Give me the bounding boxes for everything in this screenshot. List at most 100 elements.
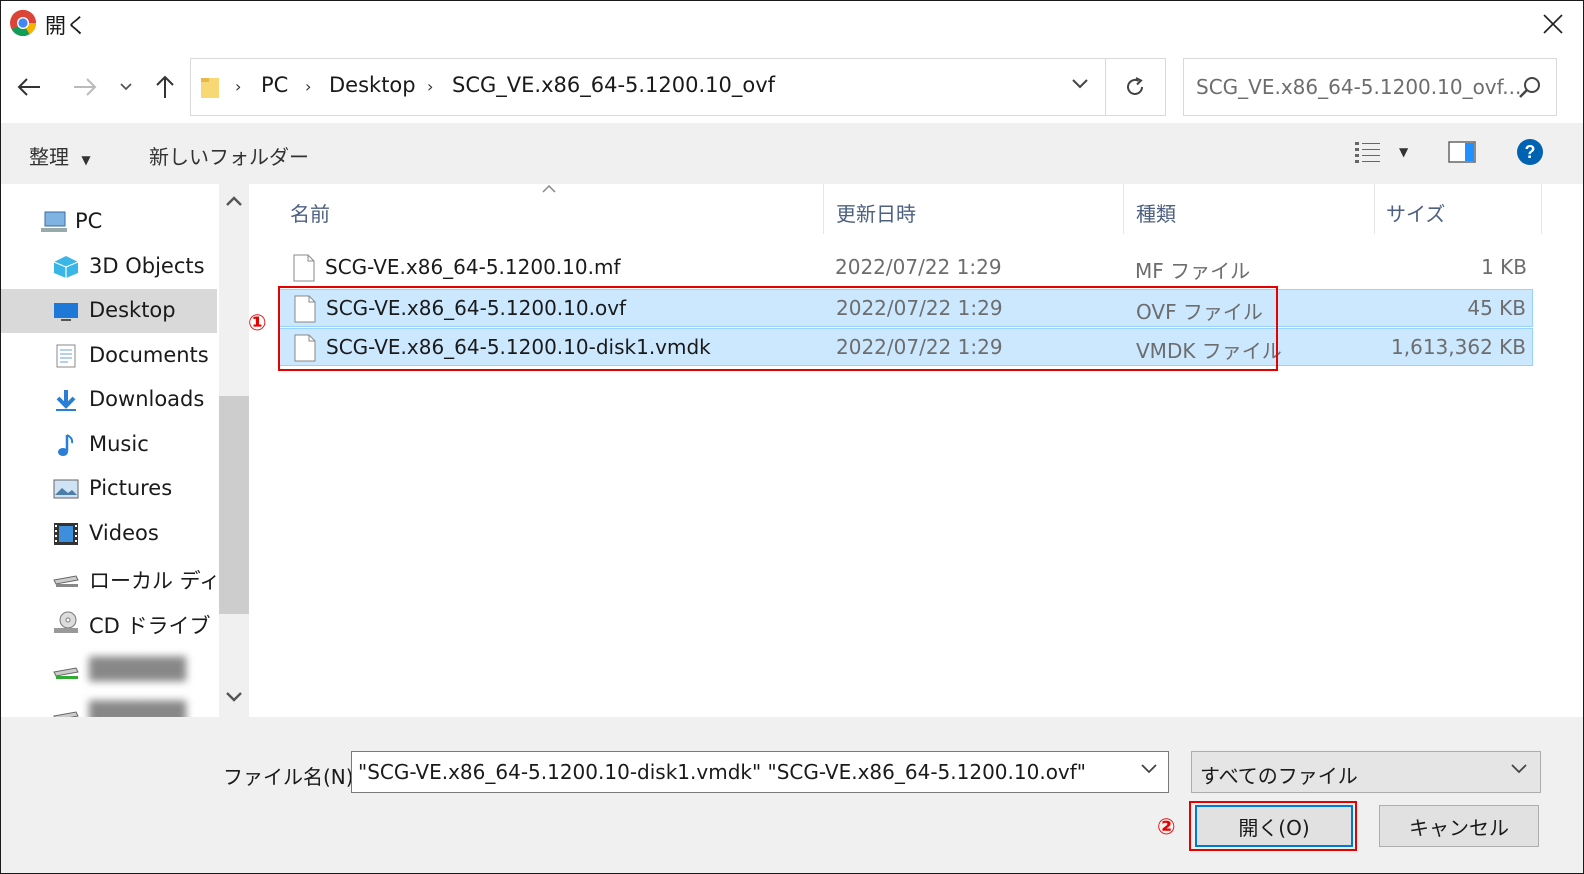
chevron-up-icon[interactable] — [225, 194, 243, 208]
nav-item-label: PC — [75, 209, 103, 233]
column-header-name[interactable]: 名前 — [290, 198, 330, 227]
chevron-down-icon — [120, 83, 132, 91]
filetype-value: すべてのファイル — [1200, 764, 1358, 788]
refresh-button[interactable] — [1105, 58, 1166, 116]
file-name: SCG-VE.x86_64-5.1200.10.mf — [325, 255, 621, 279]
view-details-icon[interactable] — [1353, 139, 1383, 165]
videos-icon — [54, 523, 78, 545]
up-button[interactable] — [147, 67, 183, 107]
chevron-down-icon[interactable] — [1071, 77, 1089, 91]
breadcrumb-pc[interactable]: PC — [261, 73, 288, 97]
chrome-icon — [10, 9, 37, 37]
arrow-right-icon — [74, 78, 97, 96]
filename-input[interactable]: "SCG-VE.x86_64-5.1200.10-disk1.vmdk" "SC… — [351, 751, 1169, 793]
refresh-icon — [1127, 77, 1143, 95]
search-placeholder: SCG_VE.x86_64-5.1200.10_ovf... — [1196, 75, 1522, 99]
nav-item-desktop[interactable]: Desktop — [1, 289, 217, 333]
column-header-date[interactable]: 更新日時 — [836, 198, 916, 227]
nav-item-3d-objects[interactable]: 3D Objects — [1, 245, 217, 289]
column-divider[interactable] — [1374, 184, 1375, 234]
file-type: MF ファイル — [1135, 259, 1251, 283]
folder-icon — [201, 78, 219, 98]
nav-item-label: CD ドライブ (D — [89, 614, 219, 638]
breadcrumb-separator: › — [235, 77, 242, 96]
help-icon[interactable]: ? — [1515, 137, 1545, 167]
scrollbar-thumb[interactable] — [219, 396, 249, 614]
network-drive-icon — [53, 667, 79, 679]
nav-item-pictures[interactable]: Pictures — [1, 467, 217, 511]
nav-item-label: Pictures — [89, 476, 173, 500]
breadcrumb-current-folder[interactable]: SCG_VE.x86_64-5.1200.10_ovf — [452, 73, 775, 97]
local-disk-icon — [53, 575, 79, 587]
nav-item-music[interactable]: Music — [1, 423, 217, 467]
nav-item-label: Music — [89, 432, 149, 456]
filename-label: ファイル名(N): — [223, 765, 361, 789]
column-divider[interactable] — [1123, 184, 1124, 234]
organize-button[interactable]: 整理 ▼ — [29, 141, 91, 170]
command-toolbar: 整理 ▼ 新しいフォルダー ▼ ? — [1, 123, 1583, 184]
file-list: 名前 更新日時 種類 サイズ SCG-VE.x86_64-5.1200.10.m… — [253, 184, 1583, 717]
nav-item-label: Downloads — [89, 387, 205, 411]
back-button[interactable] — [11, 67, 47, 107]
nav-item-network-drive[interactable]: ██████ — [1, 648, 217, 692]
organize-label: 整理 — [29, 145, 69, 169]
nav-item-videos[interactable]: Videos — [1, 512, 217, 556]
breadcrumb-desktop[interactable]: Desktop — [329, 73, 416, 97]
file-date: 2022/07/22 1:29 — [835, 255, 1002, 279]
open-file-dialog: 開く › PC › Desktop › SCG_VE.x86_64-5.1200… — [0, 0, 1584, 874]
file-icon — [293, 254, 315, 282]
svg-text:?: ? — [1525, 142, 1536, 162]
nav-item-downloads[interactable]: Downloads — [1, 378, 217, 422]
nav-item-label: Desktop — [89, 298, 176, 322]
window-title: 開く — [45, 14, 87, 38]
music-icon — [58, 434, 74, 456]
nav-item-label: Videos — [89, 521, 159, 545]
file-size: 1,613,362 KB — [1391, 335, 1526, 359]
search-input[interactable]: SCG_VE.x86_64-5.1200.10_ovf... — [1183, 58, 1557, 116]
filetype-select[interactable]: すべてのファイル — [1191, 751, 1541, 793]
downloads-icon — [56, 390, 76, 411]
close-icon — [1543, 14, 1563, 34]
column-header-type[interactable]: 種類 — [1136, 198, 1176, 227]
view-options-caret-icon[interactable]: ▼ — [1399, 145, 1408, 159]
recent-locations-button[interactable] — [111, 67, 141, 107]
column-divider[interactable] — [1541, 184, 1542, 234]
nav-item-label: Documents — [89, 343, 209, 367]
arrow-left-icon — [17, 78, 40, 96]
nav-item-local-disk[interactable]: ローカル ディスク — [1, 556, 219, 600]
file-size: 1 KB — [1481, 255, 1527, 279]
nav-scrollbar[interactable] — [219, 184, 249, 717]
nav-item-label: ローカル ディスク — [89, 569, 219, 593]
preview-pane-icon[interactable] — [1447, 139, 1477, 165]
nav-item-network-drive[interactable]: ██████ — [1, 692, 217, 717]
cancel-button[interactable]: キャンセル — [1379, 805, 1539, 847]
network-drive-icon — [53, 711, 79, 717]
forward-button[interactable] — [67, 67, 103, 107]
column-divider[interactable] — [823, 184, 824, 234]
documents-icon — [56, 344, 76, 368]
column-header-size[interactable]: サイズ — [1386, 198, 1445, 227]
nav-item-label: 3D Objects — [89, 254, 205, 278]
breadcrumb-separator: › — [305, 77, 312, 96]
file-size: 45 KB — [1467, 296, 1526, 320]
nav-item-documents[interactable]: Documents — [1, 334, 217, 378]
search-icon — [1519, 77, 1540, 98]
file-row[interactable]: SCG-VE.x86_64-5.1200.10.mf 2022/07/22 1:… — [279, 249, 1533, 287]
address-bar[interactable]: › PC › Desktop › SCG_VE.x86_64-5.1200.10… — [190, 58, 1106, 116]
new-folder-button[interactable]: 新しいフォルダー — [149, 141, 309, 170]
chevron-down-icon[interactable] — [225, 690, 243, 704]
annotation-number-step2: ② — [1157, 815, 1176, 840]
caret-down-icon: ▼ — [81, 153, 91, 167]
close-button[interactable] — [1523, 1, 1583, 47]
annotation-box-step2 — [1189, 801, 1357, 851]
sort-ascending-icon — [542, 184, 556, 193]
annotation-number-step1: ① — [248, 311, 267, 336]
nav-item-cd-drive[interactable]: CD ドライブ (D — [1, 601, 219, 645]
title-bar: 開く — [1, 1, 1583, 47]
nav-item-pc[interactable]: PC — [1, 200, 217, 244]
pc-icon — [41, 211, 67, 232]
annotation-box-step1 — [278, 286, 1278, 371]
nav-item-label-redacted: ██████ — [89, 701, 186, 717]
pictures-icon — [53, 479, 79, 499]
chevron-down-icon[interactable] — [1140, 762, 1158, 776]
